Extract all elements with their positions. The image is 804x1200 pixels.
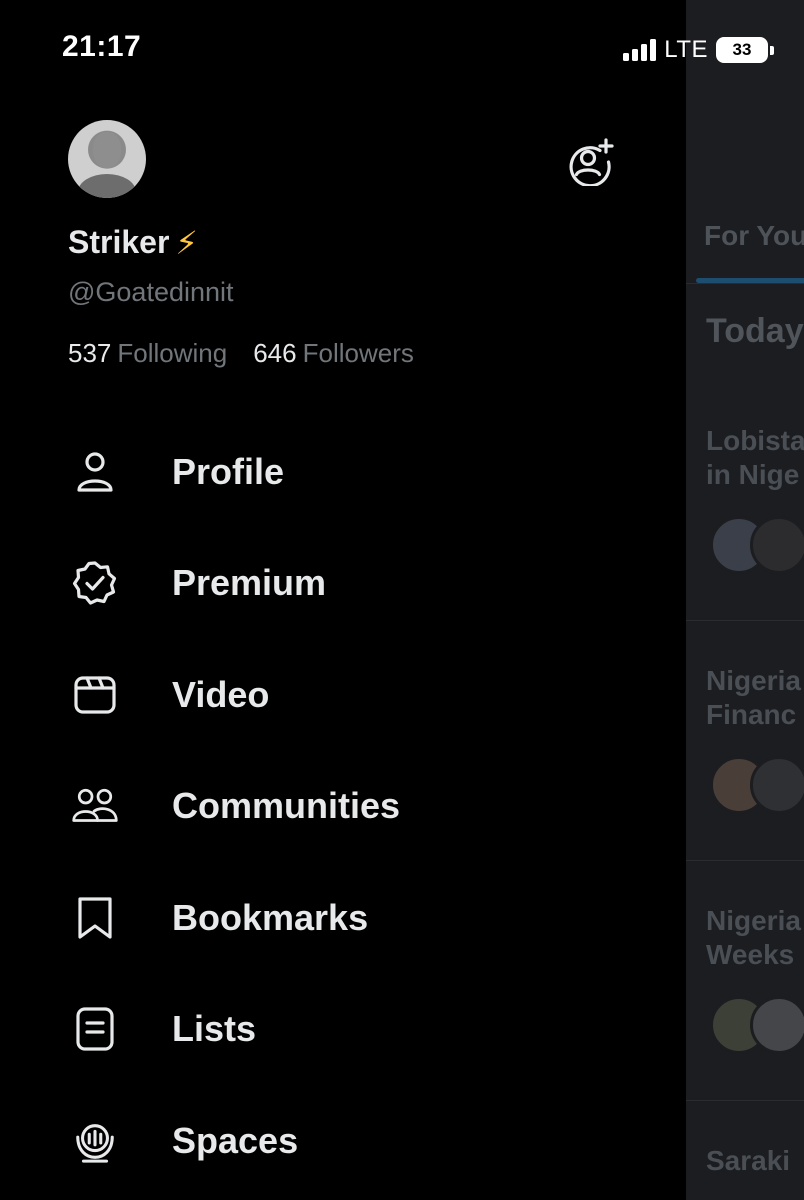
trend-title-line: Lobista <box>706 425 804 456</box>
menu-item-bookmarks[interactable]: Bookmarks <box>0 862 686 974</box>
divider <box>686 283 804 284</box>
following-label: Following <box>117 338 228 368</box>
status-time: 21:17 <box>62 30 142 63</box>
divider <box>686 860 804 861</box>
menu-label: Bookmarks <box>172 896 369 938</box>
profile-name-row[interactable]: Striker ⚡ <box>68 224 198 261</box>
trend-avatars <box>710 996 804 1056</box>
communities-icon <box>72 783 118 829</box>
network-type: LTE <box>664 36 708 63</box>
spaces-icon <box>72 1118 118 1164</box>
avatar <box>750 756 804 814</box>
menu-label: Premium <box>172 562 327 604</box>
menu-label: Video <box>172 673 270 715</box>
menu-item-premium[interactable]: Premium <box>0 528 686 640</box>
menu-label: Lists <box>172 1008 257 1050</box>
followers-link[interactable]: 646 Followers <box>253 338 414 369</box>
bookmark-icon <box>72 895 118 941</box>
trend-title-line: Weeks <box>706 939 795 970</box>
list-icon <box>72 1006 118 1052</box>
timeline-background: For You Today Lobista in Nige Nigeria Fi… <box>686 0 804 1200</box>
video-icon <box>72 672 118 718</box>
section-heading: Today <box>706 312 804 350</box>
side-drawer: Striker ⚡ @Goatedinnit 537 Following 646 F… <box>0 0 686 1200</box>
trend-item[interactable]: Saraki <box>706 1144 790 1178</box>
avatar <box>750 516 804 574</box>
menu-item-spaces[interactable]: Spaces <box>0 1085 686 1197</box>
trend-title-line: Nigeria <box>706 905 801 936</box>
followers-count: 646 <box>253 338 297 368</box>
following-count: 537 <box>68 338 112 368</box>
lightning-emoji: ⚡ <box>175 224 198 261</box>
person-icon <box>72 449 118 495</box>
trend-item[interactable]: Nigeria Weeks <box>706 904 801 972</box>
trend-title-line: in Nige <box>706 459 800 490</box>
menu-label: Communities <box>172 785 401 827</box>
battery-level: 33 <box>732 40 752 59</box>
verified-badge-icon <box>72 560 118 606</box>
trend-item[interactable]: Nigeria Financ <box>706 664 801 732</box>
trend-avatars <box>710 516 804 576</box>
trend-avatars <box>710 756 804 816</box>
menu-item-communities[interactable]: Communities <box>0 751 686 863</box>
status-bar: 21:17 LTE 33 <box>0 0 804 100</box>
menu-item-profile[interactable]: Profile <box>0 416 686 528</box>
menu-item-lists[interactable]: Lists <box>0 974 686 1086</box>
trend-title-line: Nigeria <box>706 665 801 696</box>
divider <box>686 1100 804 1101</box>
battery-icon: 33 <box>716 37 774 63</box>
tab-for-you[interactable]: For You <box>704 220 804 252</box>
avatar <box>750 996 804 1054</box>
status-indicators: LTE 33 <box>623 36 774 64</box>
add-account-icon[interactable] <box>566 138 614 188</box>
menu-label: Profile <box>172 450 285 492</box>
avatar[interactable] <box>68 120 146 198</box>
drawer-menu: Profile Premium Video Communities Bookma… <box>0 416 686 1197</box>
trend-item[interactable]: Lobista in Nige <box>706 424 804 492</box>
menu-item-video[interactable]: Video <box>0 639 686 751</box>
follow-stats: 537 Following 646 Followers <box>68 338 414 369</box>
followers-label: Followers <box>302 338 414 368</box>
display-name: Striker <box>68 224 170 260</box>
trend-title-line: Saraki <box>706 1145 791 1176</box>
following-link[interactable]: 537 Following <box>68 338 227 369</box>
signal-icon <box>623 39 657 61</box>
divider <box>686 620 804 621</box>
user-handle: @Goatedinnit <box>68 277 234 307</box>
trend-title-line: Financ <box>706 699 797 730</box>
menu-label: Spaces <box>172 1119 299 1161</box>
